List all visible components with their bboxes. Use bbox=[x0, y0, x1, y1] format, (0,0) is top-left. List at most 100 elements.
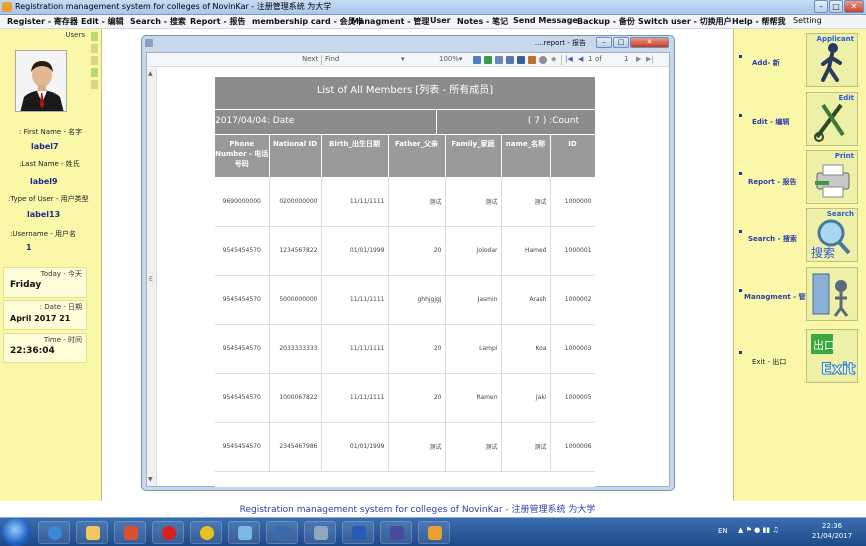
menu-switch-user[interactable]: Switch user - 切换用户 bbox=[638, 16, 732, 27]
menu-register[interactable]: Register - 寄存器 bbox=[7, 16, 78, 27]
current-page-label[interactable]: 1 bbox=[588, 55, 592, 63]
management-graphic-icon bbox=[812, 273, 849, 317]
action-managment[interactable]: Managment - 管理 bbox=[734, 267, 866, 321]
exit-icon[interactable]: 出口 Exit bbox=[806, 329, 858, 383]
taskbar-explorer-button[interactable] bbox=[76, 521, 108, 544]
splitter-handle[interactable]: E bbox=[149, 276, 153, 283]
table-cell: 9545454570 bbox=[215, 324, 270, 374]
taskbar-media-button[interactable] bbox=[114, 521, 146, 544]
panel-marker bbox=[91, 32, 98, 41]
page-of-label: of bbox=[595, 55, 602, 63]
taskbar-word-button[interactable] bbox=[342, 521, 374, 544]
edit-tools-icon[interactable]: Edit bbox=[806, 92, 858, 146]
applicant-icon[interactable]: Applicant bbox=[806, 33, 858, 87]
tray-icons[interactable]: ▲ ⚑ ● ▮▮ ♫ bbox=[738, 526, 779, 534]
menu-search[interactable]: Search - 搜索 bbox=[130, 16, 186, 27]
action-report[interactable]: Report - 报告 Print bbox=[734, 150, 866, 204]
export-icon[interactable] bbox=[528, 56, 536, 64]
action-managment-label[interactable]: Managment - 管理 bbox=[744, 292, 813, 302]
action-search[interactable]: Search - 搜索 Search 搜索 bbox=[734, 208, 866, 262]
system-clock[interactable]: 22:36 21/04/2017 bbox=[810, 521, 854, 541]
maximize-button[interactable]: □ bbox=[829, 0, 843, 13]
taskbar-opera-button[interactable] bbox=[152, 521, 184, 544]
panel-marker bbox=[91, 56, 98, 65]
report-summary-row: 2017/04/04: Date ( 7 ) :Count bbox=[215, 109, 595, 135]
minimize-button[interactable]: – bbox=[814, 0, 828, 13]
column-header: Family_家庭 bbox=[445, 135, 502, 177]
taskbar-app-button[interactable] bbox=[266, 521, 298, 544]
close-button[interactable]: ✕ bbox=[844, 0, 864, 13]
start-button[interactable] bbox=[2, 519, 31, 546]
dropdown-arrow-icon[interactable]: ▾ bbox=[401, 55, 405, 63]
search-magnifier-icon[interactable]: Search 搜索 bbox=[806, 208, 858, 262]
table-cell: 1234567822 bbox=[269, 226, 322, 276]
menu-help[interactable]: Help - 帮帮我 bbox=[732, 16, 785, 27]
next-button[interactable]: Next bbox=[302, 55, 318, 63]
report-date: 2017/04/04: Date bbox=[215, 116, 295, 126]
last-page-icon[interactable]: ▶| bbox=[646, 55, 654, 63]
taskbar-pen-button[interactable] bbox=[304, 521, 336, 544]
table-cell: 20 bbox=[388, 226, 446, 276]
language-indicator[interactable]: EN bbox=[718, 527, 728, 535]
menu-backup[interactable]: Backup - 备份 bbox=[577, 16, 635, 27]
action-edit-label[interactable]: Edit - 编辑 bbox=[752, 117, 789, 127]
menu-notes[interactable]: Notes - 笔记 bbox=[457, 16, 508, 27]
zoom-value[interactable]: 100% bbox=[439, 55, 459, 63]
users-label: Users bbox=[65, 31, 85, 39]
report-window[interactable]: ....report - 报告 – □ ✕ Next Find ▾ 100% ▾… bbox=[141, 35, 675, 491]
menu-bar: Register - 寄存器 Edit - 编辑 Search - 搜索 Rep… bbox=[0, 15, 866, 29]
menu-send-message[interactable]: Send Message bbox=[513, 16, 578, 25]
action-exit[interactable]: Exit - 出口 出口 Exit bbox=[734, 329, 866, 383]
action-search-label[interactable]: Search - 搜索 bbox=[748, 234, 797, 244]
report-minimize-button[interactable]: – bbox=[596, 37, 612, 48]
report-maximize-button[interactable]: □ bbox=[613, 37, 629, 48]
report-close-button[interactable]: ✕ bbox=[630, 37, 669, 48]
management-icon[interactable] bbox=[806, 267, 858, 321]
action-report-label[interactable]: Report - 报告 bbox=[748, 177, 797, 187]
menu-managment[interactable]: Managment - 管理 bbox=[351, 16, 429, 27]
table-cell: 2033333333 bbox=[269, 324, 322, 374]
previous-page-icon[interactable]: ◀ bbox=[578, 55, 583, 63]
menu-report[interactable]: Report - 报告 bbox=[190, 16, 245, 27]
taskbar-ie-button[interactable] bbox=[38, 521, 70, 544]
bullet-icon bbox=[739, 114, 742, 117]
action-add[interactable]: Add- 新 Applicant bbox=[734, 33, 866, 87]
scroll-down-icon[interactable]: ▼ bbox=[148, 476, 153, 483]
first-page-icon[interactable]: |◀ bbox=[565, 55, 573, 63]
taskbar-photos-button[interactable] bbox=[228, 521, 260, 544]
printer-icon[interactable]: Print bbox=[806, 150, 858, 204]
taskbar-registration-app-button[interactable] bbox=[418, 521, 450, 544]
stop-icon[interactable] bbox=[539, 56, 547, 64]
find-button[interactable]: Find bbox=[325, 55, 339, 63]
search-toggle-icon[interactable]: ◆ bbox=[551, 55, 556, 63]
action-add-label[interactable]: Add- 新 bbox=[752, 58, 780, 68]
page-setup-icon[interactable] bbox=[506, 56, 514, 64]
taskbar-chrome-button[interactable] bbox=[190, 521, 222, 544]
table-cell: 01/01/1999 bbox=[321, 226, 389, 276]
menu-membership-card[interactable]: membership card - 会员卡 bbox=[252, 16, 364, 27]
window-titlebar[interactable]: Registration management system for colle… bbox=[0, 0, 866, 15]
taskbar-infinity-button[interactable] bbox=[380, 521, 412, 544]
print-layout-icon[interactable] bbox=[495, 56, 503, 64]
table-cell: 1000005 bbox=[550, 373, 595, 423]
action-exit-label[interactable]: Exit - 出口 bbox=[752, 357, 786, 367]
menu-setting[interactable]: Setting bbox=[793, 16, 822, 25]
user-avatar-icon bbox=[16, 51, 66, 111]
table-cell: 9545454570 bbox=[215, 226, 270, 276]
table-cell: 9545454570 bbox=[215, 422, 270, 472]
report-window-titlebar[interactable]: ....report - 报告 – □ ✕ bbox=[142, 36, 674, 50]
report-vertical-scrollbar[interactable]: ▲ E ▼ bbox=[147, 68, 157, 486]
refresh-icon[interactable] bbox=[484, 56, 492, 64]
print-icon[interactable] bbox=[517, 56, 525, 64]
zoom-dropdown-icon[interactable]: ▾ bbox=[459, 55, 463, 63]
back-to-parent-icon[interactable] bbox=[473, 56, 481, 64]
find-input[interactable] bbox=[345, 55, 395, 65]
date-value: April 2017 21 bbox=[10, 314, 71, 323]
menu-edit[interactable]: Edit - 编辑 bbox=[81, 16, 124, 27]
next-page-icon[interactable]: ▶ bbox=[636, 55, 641, 63]
table-cell: 1000006 bbox=[550, 422, 595, 472]
first-name-label: : First Name - 名字 bbox=[19, 128, 83, 136]
menu-user[interactable]: User bbox=[430, 16, 451, 25]
action-edit[interactable]: Edit - 编辑 Edit bbox=[734, 92, 866, 146]
scroll-up-icon[interactable]: ▲ bbox=[148, 70, 153, 77]
